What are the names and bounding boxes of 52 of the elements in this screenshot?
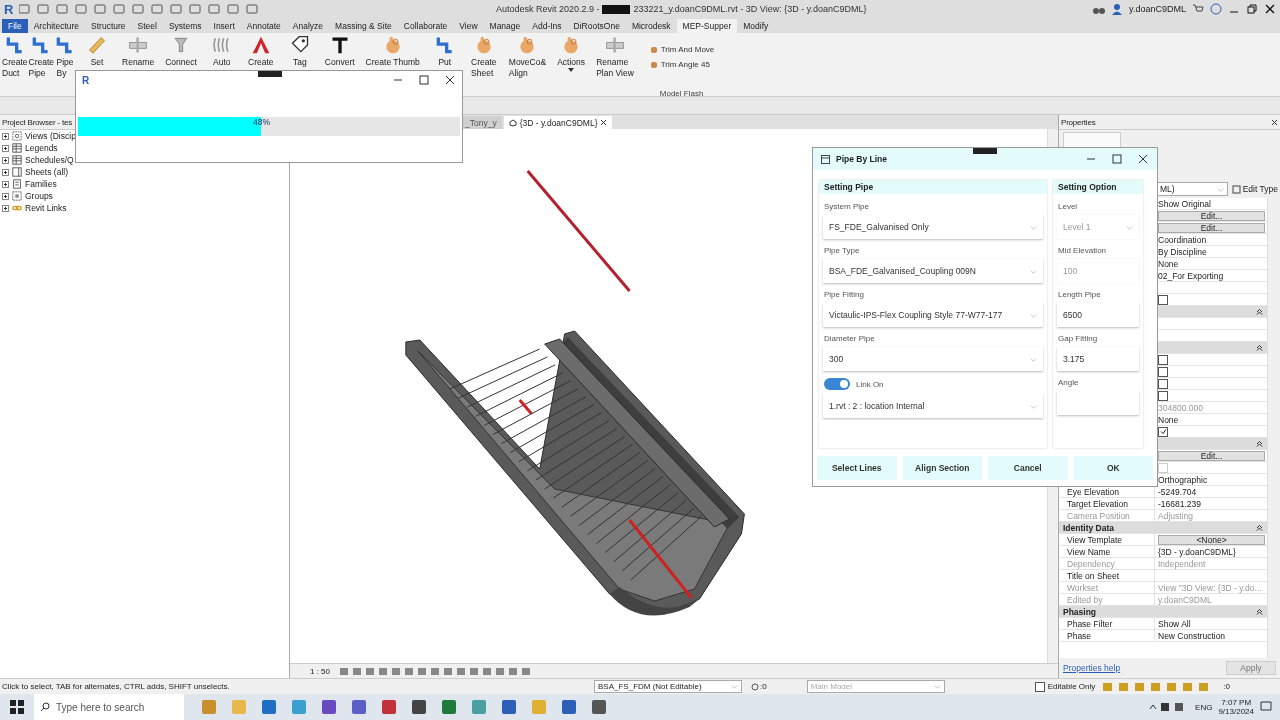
property-label: Eye Elevation (1067, 486, 1119, 497)
selection-count: :0 (760, 682, 767, 691)
panel-title: Project Browser - tes (2, 117, 73, 127)
property-value: {3D - y.doanC9DML} (1157, 546, 1237, 557)
property-label: Workset (1067, 582, 1099, 593)
property-label: Target Elevation (1067, 498, 1128, 509)
field-label: Level (1057, 201, 1079, 213)
group-header: Identity Data (1063, 522, 1114, 533)
property-label: View Name (1067, 546, 1111, 557)
panel-title: Properties (1061, 117, 1096, 127)
property-label: Phase Filter (1067, 618, 1113, 629)
ribbon-panel-label: Model Flash (659, 89, 704, 98)
property-value: None (1157, 414, 1180, 425)
property-value: Adjusting (1157, 510, 1194, 521)
dialog-title: Pipe By Line (836, 154, 887, 164)
field-label: Angle (1057, 377, 1080, 389)
property-label: Title on Sheet (1067, 570, 1120, 581)
field-label: Pipe Fitting (823, 289, 866, 301)
field-label: Diameter Pipe (823, 333, 876, 345)
property-value: Independent (1157, 558, 1207, 569)
property-value: y.doanC9DML (1157, 594, 1213, 605)
property-label: Dependency (1067, 558, 1115, 569)
field-label: System Pipe (823, 201, 870, 213)
property-value: -16681.239 (1157, 498, 1202, 509)
field-label: Gap Fitting (1057, 333, 1099, 345)
app-logo: R (82, 74, 90, 86)
status-message: Click to select, TAB for alternates, CTRL adds, SHIFT unselects. (1, 682, 231, 691)
checkbox-label: Editable Only (1047, 682, 1096, 691)
field-label: Length Pipe (1057, 289, 1102, 301)
group-header: Phasing (1063, 606, 1097, 617)
property-value: 304800.000 (1157, 402, 1204, 413)
filter-count: :0 (1223, 682, 1230, 691)
property-label: View Template (1067, 534, 1122, 545)
property-label: Camera Position (1067, 510, 1130, 521)
property-value: Orthographic (1157, 474, 1209, 485)
property-value: By Discipline (1157, 246, 1208, 257)
property-value: -5249.704 (1157, 486, 1198, 497)
property-value: New Construction (1157, 630, 1227, 641)
property-value: Show Original (1157, 198, 1212, 209)
property-value: View "3D View: {3D - y.do... (1157, 582, 1263, 593)
window-title: Autodesk Revit 2020.2.9 - (495, 4, 600, 14)
property-value: 02_For Exporting (1157, 270, 1225, 281)
property-label: Phase (1067, 630, 1092, 641)
property-value: Coordination (1157, 234, 1208, 245)
section-header: Setting Option (1053, 180, 1143, 194)
property-label: Edited by (1067, 594, 1103, 605)
document-title: 233221_y.doanC9DML.rvt - 3D View: {3D - y.doanC9DML} (633, 4, 867, 14)
property-value: None (1157, 258, 1180, 269)
section-header: Setting Pipe (819, 180, 1047, 194)
property-value: Show All (1157, 618, 1192, 629)
field-label: Mid Elevation (1057, 245, 1108, 257)
field-label: Pipe Type (823, 245, 861, 257)
